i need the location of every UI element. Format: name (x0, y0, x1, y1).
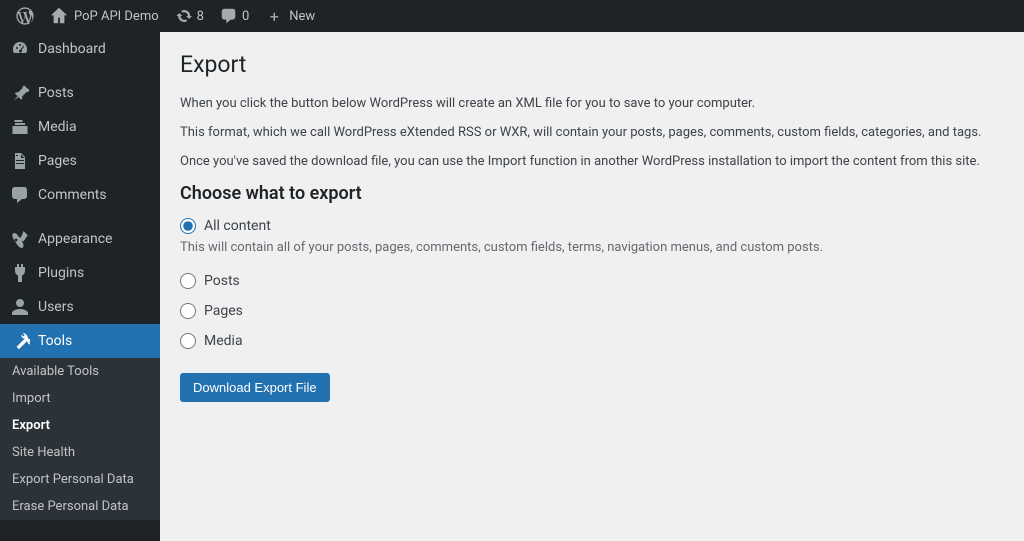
site-name: PoP API Demo (74, 9, 159, 24)
export-option-label: Media (204, 333, 243, 349)
download-export-button[interactable]: Download Export File (180, 373, 330, 402)
sidebar-item-pages[interactable]: Pages (0, 144, 160, 178)
export-option-media[interactable]: Media (180, 333, 1004, 349)
sidebar-item-appearance[interactable]: Appearance (0, 222, 160, 256)
export-description-2: This format, which we call WordPress eXt… (180, 125, 1004, 140)
export-option-all-help: This will contain all of your posts, pag… (180, 240, 1004, 255)
sidebar-item-posts[interactable]: Posts (0, 76, 160, 110)
tools-icon (10, 331, 30, 351)
new-content-link[interactable]: + New (257, 0, 323, 32)
comments-link[interactable]: 0 (212, 0, 257, 32)
new-label: New (289, 9, 315, 24)
section-heading: Choose what to export (180, 183, 1004, 204)
export-radio-media[interactable] (180, 333, 196, 349)
sidebar-item-media[interactable]: Media (0, 110, 160, 144)
export-option-label: Posts (204, 273, 240, 289)
pin-icon (10, 83, 30, 103)
sidebar-item-comments[interactable]: Comments (0, 178, 160, 212)
site-name-link[interactable]: PoP API Demo (42, 0, 167, 32)
comment-icon (220, 7, 238, 25)
submenu-import[interactable]: Import (0, 385, 160, 412)
main-content: Export When you click the button below W… (160, 32, 1024, 541)
page-title: Export (180, 42, 1004, 82)
export-option-label: All content (204, 218, 271, 234)
submenu-erase-personal-data[interactable]: Erase Personal Data (0, 493, 160, 520)
tools-submenu: Available Tools Import Export Site Healt… (0, 358, 160, 520)
sidebar-item-label: Posts (38, 85, 74, 101)
export-option-posts[interactable]: Posts (180, 273, 1004, 289)
sidebar-item-label: Comments (38, 187, 107, 203)
users-icon (10, 297, 30, 317)
submenu-available-tools[interactable]: Available Tools (0, 358, 160, 385)
comments-count: 0 (242, 9, 249, 24)
sidebar-item-dashboard[interactable]: Dashboard (0, 32, 160, 66)
export-radio-posts[interactable] (180, 273, 196, 289)
sidebar-item-tools[interactable]: Tools (0, 324, 160, 358)
home-icon (50, 7, 68, 25)
sidebar-item-plugins[interactable]: Plugins (0, 256, 160, 290)
sidebar-item-label: Pages (38, 153, 77, 169)
export-option-pages[interactable]: Pages (180, 303, 1004, 319)
update-icon (175, 7, 193, 25)
dashboard-icon (10, 39, 30, 59)
updates-count: 8 (197, 9, 204, 24)
export-description-1: When you click the button below WordPres… (180, 96, 1004, 111)
sidebar-item-label: Appearance (38, 231, 112, 247)
sidebar-item-label: Tools (38, 333, 72, 349)
sidebar-item-label: Users (38, 299, 74, 315)
wordpress-icon (16, 7, 34, 25)
submenu-export-personal-data[interactable]: Export Personal Data (0, 466, 160, 493)
admin-sidebar: Dashboard Posts Media Pages Comments App… (0, 32, 160, 541)
submenu-site-health[interactable]: Site Health (0, 439, 160, 466)
media-icon (10, 117, 30, 137)
comments-icon (10, 185, 30, 205)
export-option-all[interactable]: All content (180, 218, 1004, 234)
sidebar-item-users[interactable]: Users (0, 290, 160, 324)
plus-icon: + (265, 7, 283, 25)
pages-icon (10, 151, 30, 171)
appearance-icon (10, 229, 30, 249)
sidebar-item-label: Dashboard (38, 41, 106, 57)
updates-link[interactable]: 8 (167, 0, 212, 32)
submenu-export[interactable]: Export (0, 412, 160, 439)
sidebar-item-label: Media (38, 119, 77, 135)
export-option-label: Pages (204, 303, 243, 319)
export-description-3: Once you've saved the download file, you… (180, 154, 1004, 169)
sidebar-item-label: Plugins (38, 265, 84, 281)
plugins-icon (10, 263, 30, 283)
export-radio-all[interactable] (180, 218, 196, 234)
wp-logo[interactable] (8, 0, 42, 32)
admin-bar: PoP API Demo 8 0 + New (0, 0, 1024, 32)
export-radio-pages[interactable] (180, 303, 196, 319)
